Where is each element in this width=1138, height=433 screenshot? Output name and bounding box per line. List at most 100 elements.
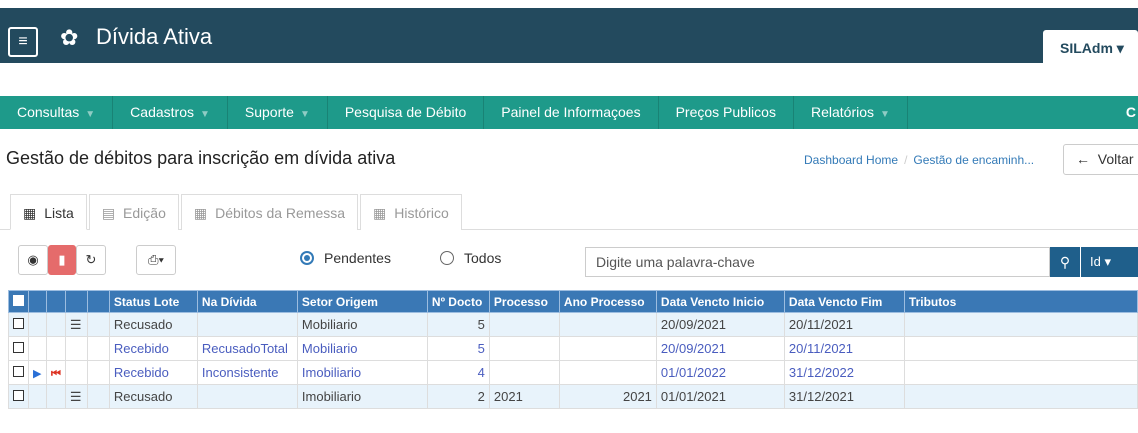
table-header-row: Status Lote Na Dívida Setor Origem Nº Do… <box>8 290 1138 313</box>
caret-icon: ▼ <box>299 109 310 120</box>
list-icon[interactable]: ☰ <box>70 317 82 332</box>
breadcrumb-current[interactable]: Gestão de encaminh... <box>913 153 1034 167</box>
tab-edicao[interactable]: ▤ Edição <box>88 194 179 230</box>
trash-icon: ▮ <box>58 252 66 267</box>
radio-checked-icon <box>300 251 314 265</box>
cell-divida <box>196 384 298 409</box>
col-ano-processo[interactable]: Ano Processo <box>558 290 657 313</box>
checkbox-icon <box>13 294 24 306</box>
app-title: Dívida Ativa <box>96 24 213 49</box>
table-row[interactable]: Recebido RecusadoTotal Mobiliario 5 20/0… <box>8 336 1138 361</box>
cell-processo <box>488 360 560 385</box>
cell-tributos <box>903 312 1138 337</box>
cell-docto: 5 <box>426 312 490 337</box>
cell-fim: 20/11/2021 <box>783 312 905 337</box>
table-row[interactable]: ☰ Recusado Mobiliario 5 20/09/2021 20/11… <box>8 312 1138 337</box>
cell-status: Recusado <box>108 312 198 337</box>
caret-icon: ▼ <box>880 109 890 120</box>
back-button[interactable]: ← Voltar <box>1063 144 1138 175</box>
cell-divida[interactable]: Inconsistente <box>196 360 298 385</box>
caret-icon: ▼ <box>85 109 96 120</box>
cell-processo <box>488 336 560 361</box>
cell-inicio[interactable]: 20/09/2021 <box>655 336 785 361</box>
play-icon[interactable]: ▶ <box>33 368 41 380</box>
cell-tributos <box>903 360 1138 385</box>
table-icon: ▦ <box>193 205 208 221</box>
cell-docto: 2 <box>426 384 490 409</box>
cell-status: Recusado <box>108 384 198 409</box>
tab-debitos-remessa[interactable]: ▦ Débitos da Remessa <box>180 194 359 230</box>
cell-divida <box>196 312 298 337</box>
view-button[interactable]: ◉ <box>18 245 48 275</box>
table-row[interactable]: ☰ Recusado Imobiliario 2 2021 2021 01/01… <box>8 384 1138 409</box>
app-header: ≡ ✿ Dívida Ativa SILAdm ▾ <box>0 8 1138 68</box>
id-dropdown[interactable]: Id ▾ <box>1081 247 1138 277</box>
col-status-lote[interactable]: Status Lote <box>108 290 198 313</box>
cell-ano <box>558 336 657 361</box>
user-name: SILAdm <box>1060 40 1113 56</box>
nav-pesquisa-debito[interactable]: Pesquisa de Débito <box>328 96 485 129</box>
user-menu-button[interactable]: SILAdm ▾ <box>1043 30 1138 68</box>
col-data-vencto-fim[interactable]: Data Vencto Fim <box>783 290 905 313</box>
cell-inicio: 20/09/2021 <box>655 312 785 337</box>
page-title: Gestão de débitos para inscrição em dívi… <box>6 148 396 168</box>
nav-consultas[interactable]: Consultas ▼ <box>0 96 114 129</box>
col-na-divida[interactable]: Na Dívida <box>196 290 298 313</box>
delete-button[interactable]: ▮ <box>48 245 76 275</box>
list-icon[interactable]: ☰ <box>70 389 82 404</box>
chevron-down-icon: ▾ <box>1104 254 1111 269</box>
cell-setor[interactable]: Mobiliario <box>296 336 428 361</box>
cell-docto[interactable]: 5 <box>426 336 490 361</box>
nav-suporte[interactable]: Suporte ▼ <box>228 96 328 129</box>
cell-tributos <box>903 384 1138 409</box>
cell-docto[interactable]: 4 <box>426 360 490 385</box>
col-tributos[interactable]: Tributos <box>903 290 1138 313</box>
print-icon: ⎙▾ <box>148 252 164 267</box>
nav-painel-informacoes[interactable]: Painel de Informaçoes <box>484 96 659 129</box>
checkbox-icon[interactable] <box>13 342 24 353</box>
radio-pendentes[interactable]: Pendentes <box>300 250 391 266</box>
cell-tributos <box>903 336 1138 361</box>
tabs: ▦ Lista ▤ Edição ▦ Débitos da Remessa ▦ Hist… <box>10 194 464 230</box>
cell-setor: Imobiliario <box>296 384 428 409</box>
table-icon: ▦ <box>373 205 387 221</box>
checkbox-icon[interactable] <box>13 366 24 377</box>
cell-inicio[interactable]: 01/01/2022 <box>655 360 785 385</box>
cell-fim[interactable]: 31/12/2022 <box>783 360 905 385</box>
tab-lista[interactable]: ▦ Lista <box>10 194 87 230</box>
nav-cadastros[interactable]: Cadastros ▼ <box>113 96 228 129</box>
menu-icon[interactable]: ≡ <box>8 27 38 57</box>
stop-icon[interactable]: ⏮ <box>51 368 61 380</box>
col-setor-origem[interactable]: Setor Origem <box>296 290 428 313</box>
breadcrumb: Dashboard Home / Gestão de encaminh... <box>804 153 1035 167</box>
checkbox-icon[interactable] <box>13 318 24 329</box>
checkbox-icon[interactable] <box>13 390 24 401</box>
col-processo[interactable]: Processo <box>488 290 560 313</box>
cell-status[interactable]: Recebido <box>108 336 198 361</box>
breadcrumb-home[interactable]: Dashboard Home <box>804 153 898 167</box>
header-select-all[interactable] <box>8 290 29 313</box>
chevron-down-icon: ▾ <box>1116 40 1124 56</box>
cell-status[interactable]: Recebido <box>108 360 198 385</box>
table-row[interactable]: ▶ ⏮ Recebido Inconsistente Imobiliario 4… <box>8 360 1138 385</box>
cell-fim[interactable]: 20/11/2021 <box>783 336 905 361</box>
col-data-vencto-inicio[interactable]: Data Vencto Inicio <box>655 290 785 313</box>
nav-end[interactable]: C <box>1126 96 1136 129</box>
tab-historico[interactable]: ▦ Histórico <box>360 194 462 230</box>
radio-todos[interactable]: Todos <box>440 250 501 266</box>
refresh-icon: ↻ <box>85 252 97 267</box>
cell-setor[interactable]: Imobiliario <box>296 360 428 385</box>
eye-icon: ◉ <box>27 252 39 267</box>
cell-processo <box>488 312 560 337</box>
print-button[interactable]: ⎙▾ <box>136 245 176 275</box>
nav-relatorios[interactable]: Relatórios ▼ <box>794 96 908 129</box>
data-table: Status Lote Na Dívida Setor Origem Nº Do… <box>8 290 1138 409</box>
search-button[interactable]: ⚲ <box>1050 247 1080 277</box>
refresh-button[interactable]: ↻ <box>76 245 106 275</box>
cell-fim: 31/12/2021 <box>783 384 905 409</box>
search-input[interactable]: Digite uma palavra-chave <box>585 247 1050 277</box>
cell-divida[interactable]: RecusadoTotal <box>196 336 298 361</box>
col-n-docto[interactable]: Nº Docto <box>426 290 490 313</box>
nav-precos-publicos[interactable]: Preços Publicos <box>659 96 794 129</box>
cell-inicio: 01/01/2021 <box>655 384 785 409</box>
